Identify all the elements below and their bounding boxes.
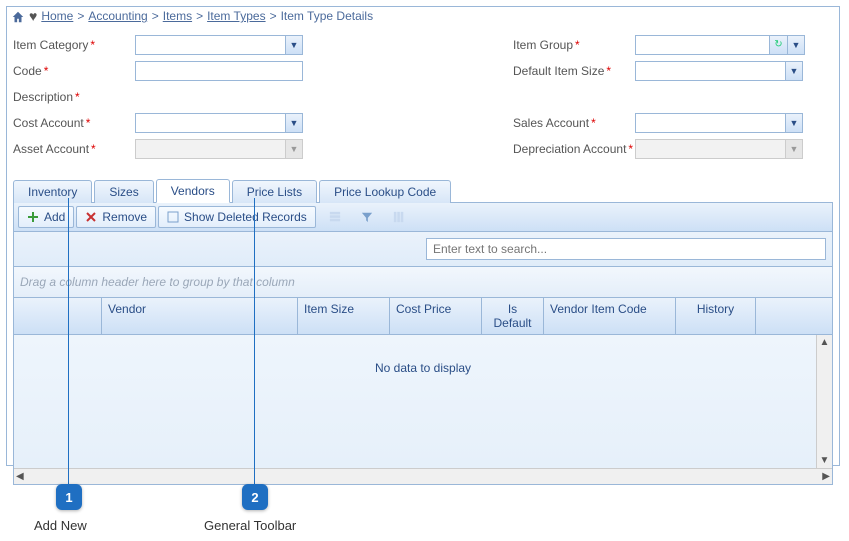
add-button[interactable]: Add (18, 206, 74, 228)
tab-vendors[interactable]: Vendors (156, 179, 230, 203)
callout-label-2: General Toolbar (204, 518, 296, 533)
home-icon[interactable] (11, 9, 25, 24)
grid-body: No data to display ▲ ▼ (14, 335, 832, 468)
column-header-history[interactable]: History (676, 298, 756, 334)
column-header-item-size[interactable]: Item Size (298, 298, 390, 334)
chevron-right-icon: > (270, 9, 277, 23)
horizontal-scrollbar[interactable]: ◀ ▶ (14, 468, 832, 484)
show-deleted-button[interactable]: Show Deleted Records (158, 206, 316, 228)
tab-price-lists[interactable]: Price Lists (232, 180, 317, 203)
label-asset-account: Asset Account* (13, 142, 135, 156)
dropdown-icon[interactable]: ▼ (787, 35, 805, 55)
label-code: Code* (13, 64, 135, 78)
tab-sizes[interactable]: Sizes (94, 180, 153, 203)
label-item-category: Item Category* (13, 38, 135, 52)
scroll-right-icon[interactable]: ▶ (822, 471, 830, 482)
depreciation-account-select (635, 139, 785, 159)
show-deleted-label: Show Deleted Records (184, 210, 307, 224)
columns-icon[interactable] (386, 206, 412, 228)
tab-bar: Inventory Sizes Vendors Price Lists Pric… (13, 178, 833, 203)
callout-badge-2: 2 (242, 484, 268, 510)
breadcrumb-current: Item Type Details (281, 9, 373, 23)
dropdown-icon[interactable]: ▼ (285, 35, 303, 55)
column-header-cost-price[interactable]: Cost Price (390, 298, 482, 334)
breadcrumb-home[interactable]: Home (41, 9, 73, 23)
asset-account-select (135, 139, 285, 159)
column-header-spacer (756, 298, 832, 334)
chevron-right-icon: > (152, 9, 159, 23)
refresh-icon[interactable]: ↻ (769, 35, 787, 55)
dropdown-icon: ▼ (785, 139, 803, 159)
grid-panel: Add Remove Show Deleted Records (13, 203, 833, 485)
checkbox-icon (167, 211, 179, 223)
dropdown-icon: ▼ (285, 139, 303, 159)
column-header-is-default[interactable]: Is Default (482, 298, 544, 334)
chevron-right-icon: > (77, 9, 84, 23)
scroll-down-icon[interactable]: ▼ (820, 453, 830, 468)
label-cost-account: Cost Account* (13, 116, 135, 130)
main-panel: ♥ Home > Accounting > Items > Item Types… (6, 6, 840, 466)
no-data-label: No data to display (375, 361, 471, 375)
add-button-label: Add (44, 210, 65, 224)
breadcrumb: ♥ Home > Accounting > Items > Item Types… (7, 7, 839, 26)
column-header-vendor-item-code[interactable]: Vendor Item Code (544, 298, 676, 334)
scroll-left-icon[interactable]: ◀ (16, 471, 24, 482)
layout-icon[interactable] (322, 206, 348, 228)
delete-icon (85, 211, 97, 223)
scroll-up-icon[interactable]: ▲ (820, 335, 830, 350)
column-header-row: Vendor Item Size Cost Price Is Default V… (14, 298, 832, 335)
column-header-vendor[interactable]: Vendor (102, 298, 298, 334)
callout-label-1: Add New (34, 518, 87, 533)
label-item-group: Item Group* (513, 38, 635, 52)
default-item-size-select[interactable] (635, 61, 785, 81)
remove-button[interactable]: Remove (76, 206, 156, 228)
dropdown-icon[interactable]: ▼ (285, 113, 303, 133)
tab-price-lookup-code[interactable]: Price Lookup Code (319, 180, 451, 203)
heart-icon[interactable]: ♥ (29, 9, 37, 23)
breadcrumb-item-types[interactable]: Item Types (207, 9, 265, 23)
dropdown-icon[interactable]: ▼ (785, 113, 803, 133)
remove-button-label: Remove (102, 210, 147, 224)
breadcrumb-items[interactable]: Items (163, 9, 192, 23)
callout-line-1 (68, 198, 69, 484)
code-input[interactable] (135, 61, 303, 81)
filter-icon[interactable] (354, 206, 380, 228)
breadcrumb-accounting[interactable]: Accounting (88, 9, 147, 23)
form-area: Item Category* ▼ Item Group* ↻ ▼ Code* (7, 26, 839, 170)
tab-inventory[interactable]: Inventory (13, 180, 92, 203)
vertical-scrollbar[interactable]: ▲ ▼ (816, 335, 832, 468)
cost-account-select[interactable] (135, 113, 285, 133)
grid-toolbar: Add Remove Show Deleted Records (14, 203, 832, 232)
chevron-right-icon: > (196, 9, 203, 23)
plus-icon (27, 211, 39, 223)
item-category-select[interactable] (135, 35, 285, 55)
group-panel[interactable]: Drag a column header here to group by th… (14, 267, 832, 298)
callout-line-2 (254, 198, 255, 484)
label-default-item-size: Default Item Size* (513, 64, 635, 78)
label-description: Description* (13, 90, 135, 104)
column-header-blank[interactable] (14, 298, 102, 334)
callout-badge-1: 1 (56, 484, 82, 510)
item-group-input[interactable] (635, 35, 769, 55)
search-row (14, 232, 832, 267)
search-input[interactable] (426, 238, 826, 260)
label-sales-account: Sales Account* (513, 116, 635, 130)
label-depreciation-account: Depreciation Account* (513, 142, 635, 156)
dropdown-icon[interactable]: ▼ (785, 61, 803, 81)
sales-account-select[interactable] (635, 113, 785, 133)
